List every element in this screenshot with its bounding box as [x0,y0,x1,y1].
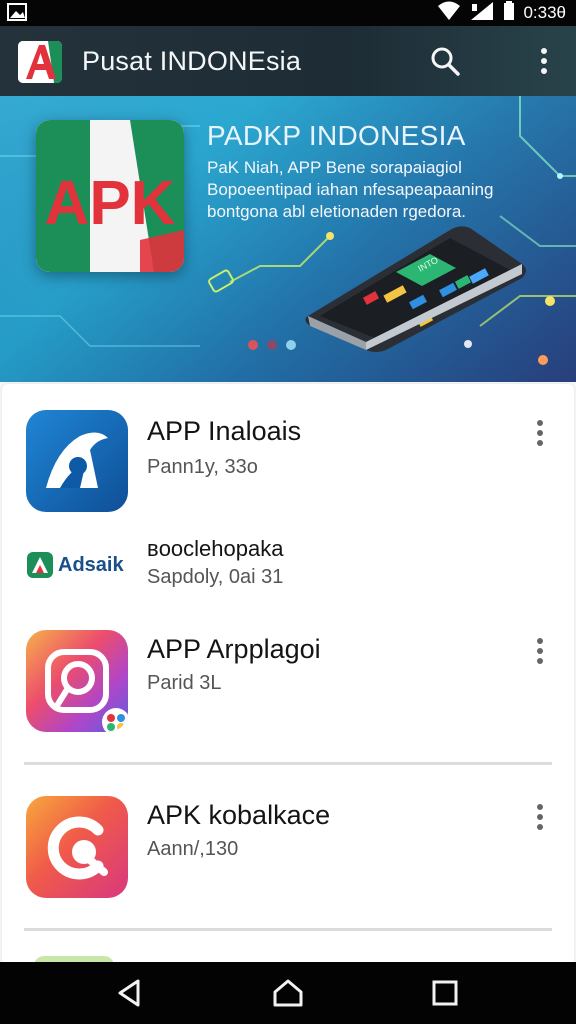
app-title: Pusat INDONEsia [82,46,302,76]
app-a-icon [26,410,128,512]
app-meta: Parid 3L [147,672,222,694]
more-vert-icon[interactable] [529,418,551,450]
banner-line: Bopoeentipad iahan nfesapeapaaning [207,180,494,199]
banner-apk-logo: APK [36,120,184,272]
banner-title: PADKP INDONESIA [207,120,466,151]
status-bar: 0:33θ [0,0,576,26]
app-meta: Sapdoly, 0ai 31 [147,566,284,588]
featured-banner[interactable]: APK PADKP INDONESIA PaK Niah, APP Bene s… [0,96,576,382]
back-icon[interactable] [112,976,146,1010]
search-icon[interactable] [428,44,462,78]
page-dot[interactable] [267,340,277,350]
app-name: APP Arpplagoi [147,634,321,664]
page-dot[interactable] [248,340,258,350]
chat-g-icon [26,796,128,898]
signal-icon [469,1,495,26]
wifi-icon [437,1,461,26]
app-bar: Pusat INDONEsia [0,26,576,96]
app-name: вooclehopaka [147,536,284,561]
app-name: APK kobalkace [147,800,331,830]
app-meta: Aann/,130 [147,838,239,860]
app-list: APP Inaloais Pann1y, 33o Adsaik вoocleho… [0,382,576,962]
list-item[interactable]: APP Arpplagoi Parid 3L [0,630,576,740]
app-meta: Pann1y, 33o [147,456,258,478]
battery-icon [503,0,515,26]
app-logo[interactable] [18,41,62,83]
adsaik-brand-text: Adsaik [58,553,124,576]
banner-page-indicator[interactable] [248,340,296,350]
adsaik-logo-icon [27,552,53,578]
image-icon [6,3,32,23]
divider [24,762,552,765]
adsaik-logo: Adsaik [26,550,128,580]
list-item[interactable]: Adsaik вooclehopaka Sapdoly, 0ai 31 [0,532,576,596]
more-vert-icon[interactable] [529,636,551,668]
banner-logo-text: APK [45,169,176,238]
instagram-like-icon [26,630,128,732]
app-name: APP Inaloais [147,416,302,446]
divider [24,928,552,931]
more-vert-icon[interactable] [529,802,551,834]
phone-illustration: INTO [300,224,530,359]
status-time: 0:33θ [523,3,566,22]
banner-line: PaK Niah, APP Bene sorapaiagiol [207,158,462,177]
system-nav-bar [0,962,576,1024]
list-item[interactable]: APK kobalkace Aann/,130 [0,796,576,906]
more-vert-icon[interactable] [530,44,558,78]
list-item[interactable]: APP Inaloais Pann1y, 33o [0,408,576,518]
recents-icon[interactable] [428,976,462,1010]
banner-line: bontgona abl eletionaden rgedora. [207,202,466,221]
page-dot[interactable] [286,340,296,350]
home-icon[interactable] [271,976,305,1010]
